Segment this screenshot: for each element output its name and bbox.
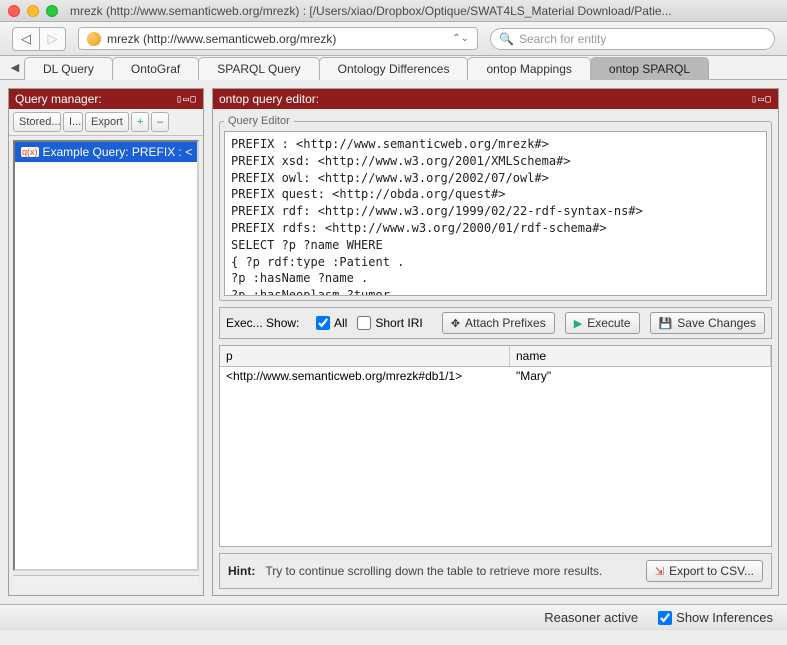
query-list-item[interactable]: q(x) Example Query: PREFIX : < [15, 142, 197, 162]
maximize-window-button[interactable] [46, 5, 58, 17]
export-icon: ⇲ [655, 565, 664, 578]
remove-query-button[interactable]: – [151, 112, 169, 132]
short-iri-checkbox-input[interactable] [357, 316, 371, 330]
show-all-label: All [334, 316, 347, 330]
tabstrip: ◀ DL Query OntoGraf SPARQL Query Ontolog… [0, 56, 787, 80]
query-manager-header: Query manager: ▯▭▢ [9, 89, 203, 109]
tab-ontograf[interactable]: OntoGraf [112, 57, 199, 80]
show-inferences-checkbox-input[interactable] [658, 611, 672, 625]
attach-icon: ✥ [451, 317, 460, 330]
ontology-icon [87, 32, 101, 46]
nav-forward-button[interactable]: ▷ [39, 28, 65, 50]
query-icon: q(x) [21, 147, 39, 157]
minimize-window-button[interactable] [27, 5, 39, 17]
search-icon: 🔍 [499, 32, 514, 46]
short-iri-checkbox[interactable]: Short IRI [357, 316, 422, 330]
cell-name: "Mary" [510, 367, 771, 385]
tab-ontology-differences[interactable]: Ontology Differences [319, 57, 469, 80]
tab-scroll-left-button[interactable]: ◀ [6, 56, 24, 79]
tab-ontop-mappings[interactable]: ontop Mappings [467, 57, 590, 80]
query-editor-title: ontop query editor: [219, 92, 319, 106]
results-table: p name <http://www.semanticweb.org/mrezk… [219, 345, 772, 547]
column-header-name[interactable]: name [510, 346, 771, 366]
entity-search-input[interactable]: 🔍 Search for entity [490, 28, 775, 50]
nav-arrows: ◁ ▷ [12, 27, 66, 51]
attach-prefixes-button[interactable]: ✥ Attach Prefixes [442, 312, 555, 334]
query-editor-header: ontop query editor: ▯▭▢ [213, 89, 778, 109]
panel-window-buttons-icon[interactable]: ▯▭▢ [751, 94, 772, 105]
export-csv-button[interactable]: ⇲ Export to CSV... [646, 560, 763, 582]
window-controls [8, 5, 58, 17]
window-title: mrezk (http://www.semanticweb.org/mrezk)… [70, 4, 779, 18]
query-manager-title: Query manager: [15, 92, 102, 106]
show-all-checkbox[interactable]: All [316, 316, 347, 330]
ontology-uri-selector[interactable]: mrezk (http://www.semanticweb.org/mrezk)… [78, 27, 478, 50]
close-window-button[interactable] [8, 5, 20, 17]
ontology-uri-label: mrezk (http://www.semanticweb.org/mrezk) [107, 32, 336, 46]
query-manager-panel: Query manager: ▯▭▢ Stored... I... Export… [8, 88, 204, 596]
save-icon: 💾 [659, 317, 673, 330]
hint-text: Try to continue scrolling down the table… [265, 564, 636, 578]
execute-toolbar: Exec... Show: All Short IRI ✥ Attach Pre… [219, 307, 772, 339]
panel-window-buttons-icon[interactable]: ▯▭▢ [176, 94, 197, 105]
column-header-p[interactable]: p [220, 346, 510, 366]
query-list-item-label: Example Query: PREFIX : < [43, 145, 193, 159]
tab-ontop-sparql[interactable]: ontop SPARQL [590, 57, 709, 80]
sparql-query-textarea[interactable]: PREFIX : <http://www.semanticweb.org/mre… [224, 131, 767, 296]
nav-back-button[interactable]: ◁ [13, 28, 39, 50]
tab-dl-query[interactable]: DL Query [24, 57, 113, 80]
reasoner-status-label: Reasoner active [544, 610, 638, 625]
show-inferences-checkbox[interactable]: Show Inferences [658, 610, 773, 625]
query-manager-toolbar: Stored... I... Export + – [9, 109, 203, 136]
short-iri-label: Short IRI [375, 316, 422, 330]
play-icon: ▶ [574, 317, 582, 330]
import-button[interactable]: I... [63, 112, 83, 132]
execute-show-label: Exec... Show: [226, 316, 306, 330]
hint-bar: Hint: Try to continue scrolling down the… [219, 553, 772, 589]
titlebar: mrezk (http://www.semanticweb.org/mrezk)… [0, 0, 787, 22]
show-inferences-label: Show Inferences [676, 610, 773, 625]
table-row[interactable]: <http://www.semanticweb.org/mrezk#db1/1>… [220, 367, 771, 385]
query-editor-panel: ontop query editor: ▯▭▢ Query Editor PRE… [212, 88, 779, 596]
results-body[interactable]: <http://www.semanticweb.org/mrezk#db1/1>… [220, 367, 771, 546]
query-editor-body: Query Editor PREFIX : <http://www.semant… [213, 109, 778, 595]
save-changes-button[interactable]: 💾 Save Changes [650, 312, 765, 334]
chevron-updown-icon: ⌃⌄ [452, 33, 469, 44]
execute-button[interactable]: ▶ Execute [565, 312, 640, 334]
query-editor-legend: Query Editor [224, 115, 294, 127]
hint-label: Hint: [228, 564, 255, 578]
query-list[interactable]: q(x) Example Query: PREFIX : < [13, 140, 199, 571]
search-placeholder: Search for entity [519, 32, 606, 46]
cell-p: <http://www.semanticweb.org/mrezk#db1/1> [220, 367, 510, 385]
query-editor-fieldset: Query Editor PREFIX : <http://www.semant… [219, 115, 772, 301]
horizontal-scrollbar[interactable] [13, 575, 199, 591]
results-header: p name [220, 346, 771, 367]
stored-button[interactable]: Stored... [13, 112, 61, 132]
add-query-button[interactable]: + [131, 112, 149, 132]
show-all-checkbox-input[interactable] [316, 316, 330, 330]
workspace: Query manager: ▯▭▢ Stored... I... Export… [0, 80, 787, 604]
statusbar: Reasoner active Show Inferences [0, 604, 787, 630]
main-toolbar: ◁ ▷ mrezk (http://www.semanticweb.org/mr… [0, 22, 787, 56]
export-button[interactable]: Export [85, 112, 129, 132]
tab-sparql-query[interactable]: SPARQL Query [198, 57, 319, 80]
